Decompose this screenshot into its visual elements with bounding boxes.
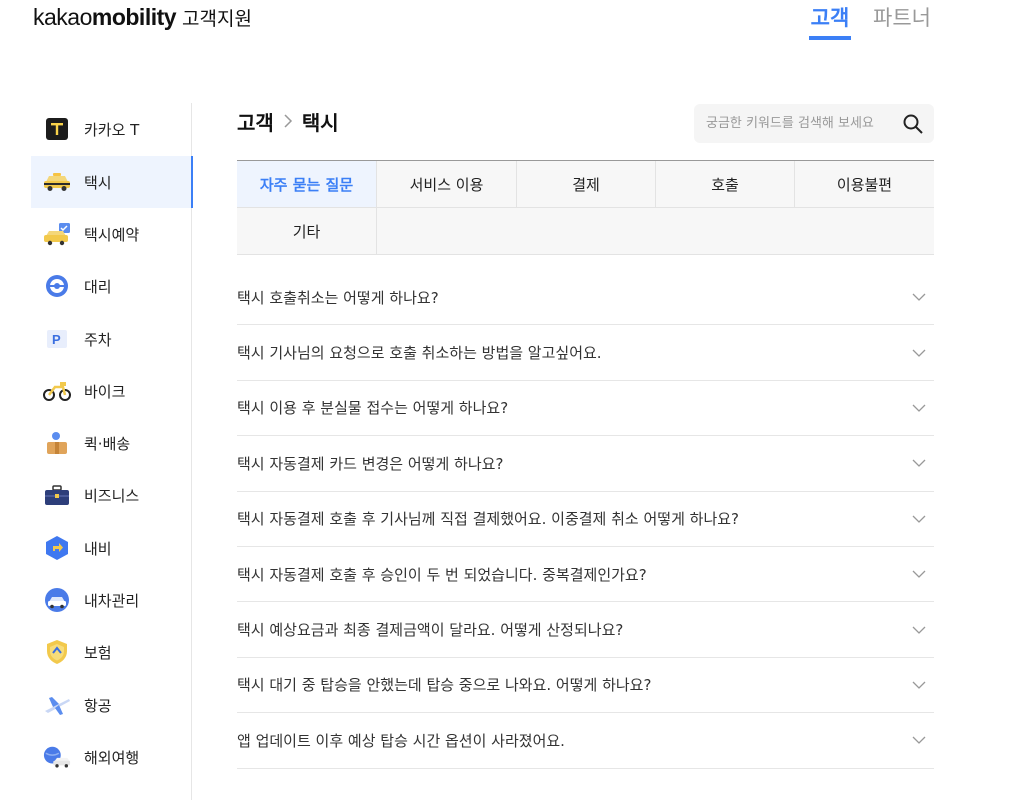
- bike-icon: [43, 377, 71, 405]
- faq-question: 택시 기사님의 요청으로 호출 취소하는 방법을 알고싶어요.: [237, 344, 602, 363]
- navi-icon: [43, 534, 71, 562]
- faq-item[interactable]: 앱 업데이트 이후 예상 탑승 시간 옵션이 사라졌어요.: [237, 713, 934, 769]
- sidebar: 카카오 T 택시 택시예약 대리 P 주차 바이크 퀵·배송 비즈니스 내비 내…: [31, 103, 193, 800]
- search-input[interactable]: [706, 104, 896, 143]
- faq-question: 택시 호출취소는 어떻게 하나요?: [237, 288, 439, 307]
- sidebar-item-business[interactable]: 비즈니스: [31, 469, 192, 521]
- faq-question: 택시 예상요금과 최종 결제금액이 달라요. 어떻게 산정되나요?: [237, 621, 624, 640]
- taxi-icon: [43, 168, 71, 196]
- faq-item[interactable]: 택시 자동결제 호출 후 기사님께 직접 결제했어요. 이중결제 취소 어떻게 …: [237, 492, 934, 547]
- flight-icon: [43, 691, 71, 719]
- faq-question: 택시 자동결제 호출 후 승인이 두 번 되었습니다. 중복결제인가요?: [237, 565, 647, 584]
- breadcrumb: 고객 택시: [237, 106, 339, 136]
- category-tabs: 자주 묻는 질문 서비스 이용 결제 호출 이용불편 기타: [237, 160, 934, 255]
- faq-item[interactable]: 택시 호출취소는 어떻게 하나요?: [237, 270, 934, 326]
- kakaomobility-logo[interactable]: kakao mobility 고객지원: [33, 4, 252, 34]
- chevron-down-icon[interactable]: [912, 679, 926, 691]
- faq-item[interactable]: 택시 대기 중 탑승을 안했는데 탑승 중으로 나와요. 어떻게 하나요?: [237, 658, 934, 714]
- faq-question: 택시 이용 후 분실물 접수는 어떻게 하나요?: [237, 399, 509, 418]
- sidebar-item-flight[interactable]: 항공: [31, 679, 192, 731]
- faq-item[interactable]: 택시 예상요금과 최종 결제금액이 달라요. 어떻게 산정되나요?: [237, 602, 934, 658]
- chevron-down-icon[interactable]: [912, 513, 926, 525]
- logo-kakao-text: kakao: [33, 4, 92, 30]
- svg-text:P: P: [52, 332, 61, 347]
- tab-faq[interactable]: 자주 묻는 질문: [237, 161, 377, 208]
- header: kakao mobility 고객지원 고객 파트너: [0, 0, 1025, 60]
- chevron-down-icon[interactable]: [912, 402, 926, 414]
- chevron-down-icon[interactable]: [912, 347, 926, 359]
- sidebar-item-label: 택시: [84, 173, 112, 192]
- sidebar-item-label: 보험: [84, 643, 112, 662]
- tab-etc[interactable]: 기타: [237, 208, 377, 255]
- faq-question: 택시 자동결제 호출 후 기사님께 직접 결제했어요. 이중결제 취소 어떻게 …: [237, 510, 740, 529]
- business-icon: [43, 481, 71, 509]
- sidebar-item-label: 택시예약: [84, 225, 140, 244]
- chevron-down-icon[interactable]: [912, 457, 926, 469]
- insurance-icon: [43, 638, 71, 666]
- sidebar-item-insurance[interactable]: 보험: [31, 626, 192, 678]
- sidebar-item-bike[interactable]: 바이크: [31, 365, 192, 417]
- overseas-travel-icon: [43, 743, 71, 771]
- sidebar-item-car-management[interactable]: 내차관리: [31, 574, 192, 626]
- sidebar-item-quick-delivery[interactable]: 퀵·배송: [31, 417, 192, 469]
- chevron-down-icon[interactable]: [912, 291, 926, 303]
- sidebar-item-label: 해외여행: [84, 748, 140, 767]
- sidebar-item-parking[interactable]: P 주차: [31, 313, 192, 365]
- designated-driver-icon: [43, 272, 71, 300]
- breadcrumb-taxi: 택시: [301, 110, 339, 135]
- tab-partner[interactable]: 파트너: [873, 0, 931, 40]
- tab-inconvenience[interactable]: 이용불편: [795, 161, 934, 208]
- kakao-t-icon: [43, 115, 71, 143]
- search-icon[interactable]: [902, 113, 924, 135]
- quick-delivery-icon: [43, 429, 71, 457]
- parking-icon: P: [43, 325, 71, 353]
- faq-item[interactable]: 택시 자동결제 호출 후 승인이 두 번 되었습니다. 중복결제인가요?: [237, 547, 934, 603]
- chevron-down-icon[interactable]: [912, 734, 926, 746]
- sidebar-item-label: 내비: [84, 539, 112, 558]
- sidebar-item-label: 카카오 T: [84, 120, 140, 139]
- car-management-icon: [43, 586, 71, 614]
- tab-service-usage[interactable]: 서비스 이용: [377, 161, 517, 208]
- sidebar-item-kakao-t[interactable]: 카카오 T: [31, 103, 192, 155]
- tab-filler: [377, 208, 934, 255]
- logo-support-text: 고객지원: [182, 8, 252, 30]
- sidebar-item-designated-driver[interactable]: 대리: [31, 260, 192, 312]
- sidebar-item-label: 대리: [84, 277, 112, 296]
- chevron-down-icon[interactable]: [912, 624, 926, 636]
- faq-list: 택시 호출취소는 어떻게 하나요? 택시 기사님의 요청으로 호출 취소하는 방…: [237, 270, 934, 769]
- faq-item[interactable]: 택시 이용 후 분실물 접수는 어떻게 하나요?: [237, 381, 934, 437]
- sidebar-item-navi[interactable]: 내비: [31, 522, 192, 574]
- faq-question: 앱 업데이트 이후 예상 탑승 시간 옵션이 사라졌어요.: [237, 731, 565, 750]
- sidebar-item-label: 바이크: [84, 382, 126, 401]
- faq-item[interactable]: 택시 자동결제 카드 변경은 어떻게 하나요?: [237, 436, 934, 492]
- sidebar-item-label: 주차: [84, 330, 112, 349]
- faq-item[interactable]: 택시 기사님의 요청으로 호출 취소하는 방법을 알고싶어요.: [237, 325, 934, 381]
- sidebar-item-label: 내차관리: [84, 591, 140, 610]
- tab-payment[interactable]: 결제: [517, 161, 656, 208]
- sidebar-item-overseas-travel[interactable]: 해외여행: [31, 731, 192, 783]
- sidebar-item-label: 항공: [84, 696, 112, 715]
- faq-question: 택시 자동결제 카드 변경은 어떻게 하나요?: [237, 454, 504, 473]
- breadcrumb-customer[interactable]: 고객: [237, 107, 274, 136]
- logo-mobility-text: mobility: [91, 4, 177, 30]
- chevron-down-icon[interactable]: [912, 568, 926, 580]
- sidebar-item-label: 비즈니스: [84, 486, 140, 505]
- taxi-reservation-icon: [43, 220, 71, 248]
- sidebar-item-taxi-reservation[interactable]: 택시예약: [31, 208, 192, 260]
- chevron-right-icon: [283, 113, 293, 129]
- sidebar-item-label: 퀵·배송: [84, 434, 131, 453]
- sidebar-item-taxi[interactable]: 택시: [31, 156, 193, 208]
- faq-question: 택시 대기 중 탑승을 안했는데 탑승 중으로 나와요. 어떻게 하나요?: [237, 676, 652, 695]
- search-box: [694, 104, 934, 143]
- tab-customer[interactable]: 고객: [809, 0, 851, 40]
- tab-call[interactable]: 호출: [656, 161, 795, 208]
